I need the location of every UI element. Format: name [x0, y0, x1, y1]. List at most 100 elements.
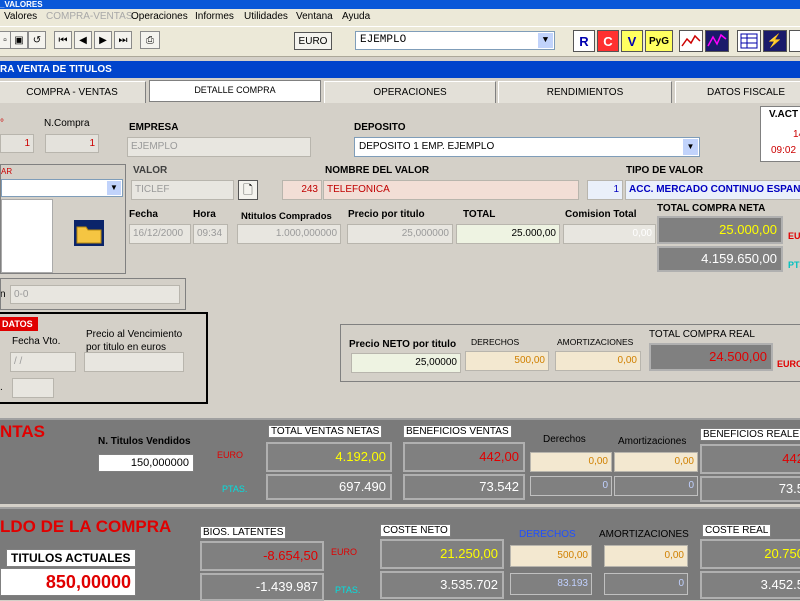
coste-real-label: COSTE REAL: [702, 524, 772, 537]
menu-ventana[interactable]: Ventana: [296, 11, 333, 22]
ventas-euro-unit: EURO: [217, 450, 244, 460]
valor-select[interactable]: TICLEF: [131, 180, 234, 200]
left-combo-select[interactable]: ▼: [1, 179, 123, 197]
datos-extra-field[interactable]: [12, 378, 54, 398]
empresa-select[interactable]: EJEMPLO: [127, 137, 311, 157]
menu-valores[interactable]: Valores: [4, 11, 37, 22]
chart-icon[interactable]: [679, 30, 703, 52]
nombre-field[interactable]: TELEFONICA: [323, 180, 579, 200]
chevron-down-icon[interactable]: ▼: [538, 33, 553, 48]
tipo-code[interactable]: 1: [587, 180, 623, 200]
ntitulos-field[interactable]: 1.000,000000: [237, 224, 341, 244]
coste-neto-ptas[interactable]: 3.535.702: [380, 571, 504, 599]
beneficios-ventas-ptas[interactable]: 73.542: [403, 474, 525, 500]
last-record-icon[interactable]: ⏭: [114, 31, 132, 49]
deposito-label: DEPOSITO: [354, 122, 406, 133]
tab-operaciones[interactable]: OPERACIONES: [324, 81, 496, 103]
total-compra-neta-ptas[interactable]: 4.159.650,00: [657, 246, 783, 272]
vact-label: V.ACT: [769, 109, 799, 120]
coste-real-ptas[interactable]: 3.452.5: [700, 571, 800, 599]
precio-field[interactable]: 25,000000: [347, 224, 453, 244]
total-compra-neta-euro[interactable]: 25.000,00: [657, 216, 783, 244]
compra-c-button[interactable]: C: [597, 30, 619, 52]
derechos-field[interactable]: 500,00: [465, 351, 549, 371]
total-compra-real-field[interactable]: 24.500,00: [649, 343, 773, 371]
valor-label: VALOR: [133, 165, 168, 176]
left-small-field-a[interactable]: 1: [0, 134, 34, 153]
ventas-amort-label: Amortizaciones: [618, 436, 687, 447]
save-icon[interactable]: ▣: [10, 31, 28, 49]
currency-button[interactable]: EURO: [294, 32, 332, 50]
beneficios-reales-euro[interactable]: 442: [700, 444, 800, 474]
company-select-value: EJEMPLO: [360, 34, 407, 46]
chevron-down-icon[interactable]: ▼: [683, 139, 698, 155]
next-record-icon[interactable]: ▶: [94, 31, 112, 49]
toolbar: ▫ ▣ ↺ ⏮ ◀ ▶ ⏭ ⎙ EURO EJEMPLO ▼ R C V PyG…: [0, 27, 800, 57]
beneficios-reales-label: BENEFICIOS REALE: [700, 428, 800, 441]
ventas-derechos-ptas[interactable]: 0: [530, 476, 612, 496]
comision-field[interactable]: 0,00: [563, 224, 656, 244]
fecha-vto-field[interactable]: / /: [10, 352, 76, 372]
spreadsheet-icon[interactable]: [737, 30, 761, 52]
first-record-icon[interactable]: ⏮: [54, 31, 72, 49]
tipo-field[interactable]: ACC. MERCADO CONTINUO ESPAN: [625, 180, 800, 200]
tipo-label: TIPO DE VALOR: [626, 165, 704, 176]
pyg-button[interactable]: PyG: [645, 30, 673, 52]
report-r-button[interactable]: R: [573, 30, 595, 52]
tab-rendimientos[interactable]: RENDIMIENTOS: [498, 81, 672, 103]
beneficios-reales-ptas[interactable]: 73.5: [700, 476, 800, 502]
bios-latentes-euro[interactable]: -8.654,50: [200, 541, 324, 571]
coste-real-euro[interactable]: 20.750: [700, 539, 800, 569]
total-ventas-euro[interactable]: 4.192,00: [266, 442, 392, 472]
saldo-amort-ptas[interactable]: 0: [604, 573, 688, 595]
trend-chart-icon[interactable]: [705, 30, 729, 52]
ventas-amort-euro[interactable]: 0,00: [614, 452, 698, 472]
precio-vto-label: Precio al Vencimiento por titulo en euro…: [86, 329, 183, 353]
undo-icon[interactable]: ↺: [28, 31, 46, 49]
document-icon[interactable]: 🗋: [238, 180, 258, 200]
n-titulos-vendidos-field[interactable]: 150,000000: [98, 454, 194, 472]
menu-informes[interactable]: Informes: [195, 11, 234, 22]
amortizaciones-field[interactable]: 0,00: [555, 351, 641, 371]
menu-ayuda[interactable]: Ayuda: [342, 11, 370, 22]
empresa-label: EMPRESA: [129, 122, 179, 133]
saldo-derechos-euro[interactable]: 500,00: [510, 545, 592, 567]
bios-latentes-ptas[interactable]: -1.439.987: [200, 573, 324, 601]
beneficios-ventas-euro[interactable]: 442,00: [403, 442, 525, 472]
ventas-derechos-euro[interactable]: 0,00: [530, 452, 612, 472]
comision-label: Comision Total: [565, 209, 637, 220]
n-compra-label: N.Compra: [44, 118, 90, 129]
coste-neto-euro[interactable]: 21.250,00: [380, 539, 504, 569]
ventas-amort-ptas[interactable]: 0: [614, 476, 698, 496]
prev-record-icon[interactable]: ◀: [74, 31, 92, 49]
left-list[interactable]: [1, 199, 53, 273]
fecha-field[interactable]: 16/12/2000: [129, 224, 191, 244]
nombre-code[interactable]: 243: [282, 180, 322, 200]
lightning-icon[interactable]: ⚡: [763, 30, 787, 52]
print-icon[interactable]: ⎙: [140, 31, 160, 49]
saldo-amort-euro[interactable]: 0,00: [604, 545, 688, 567]
menu-operaciones[interactable]: Operaciones: [131, 11, 188, 22]
chevron-down-icon[interactable]: ▼: [107, 181, 121, 195]
saldo-derechos-ptas[interactable]: 83.193: [510, 573, 592, 595]
precio-vto-field[interactable]: [84, 352, 184, 372]
folder-icon[interactable]: [73, 219, 105, 247]
more-icon[interactable]: [789, 30, 800, 52]
tab-compra-ventas[interactable]: COMPRA - VENTAS: [0, 81, 146, 103]
tab-detalle-compra[interactable]: DETALLE COMPRA: [149, 80, 321, 102]
total-field[interactable]: 25.000,00: [456, 224, 560, 244]
n-compra-field[interactable]: 1: [45, 134, 99, 153]
deposito-select[interactable]: DEPOSITO 1 EMP. EJEMPLO ▼: [354, 137, 700, 157]
n-field[interactable]: 0-0: [10, 285, 180, 304]
hora-field[interactable]: 09:34: [193, 224, 228, 244]
company-select[interactable]: EJEMPLO ▼: [355, 31, 555, 50]
saldo-derechos-label: DERECHOS: [519, 529, 576, 540]
venta-v-button[interactable]: V: [621, 30, 643, 52]
menu-utilidades[interactable]: Utilidades: [244, 11, 288, 22]
ventas-panel: NTAS N. Titulos Vendidos 150,000000 EURO…: [0, 418, 800, 504]
tab-datos-fiscales[interactable]: DATOS FISCALE: [675, 81, 800, 103]
titulos-actuales-field[interactable]: 850,00000: [0, 568, 136, 596]
menu-compra-ventas[interactable]: COMPRA-VENTAS: [46, 11, 133, 22]
total-ventas-ptas[interactable]: 697.490: [266, 474, 392, 500]
precio-neto-field[interactable]: 25,00000: [351, 353, 461, 373]
